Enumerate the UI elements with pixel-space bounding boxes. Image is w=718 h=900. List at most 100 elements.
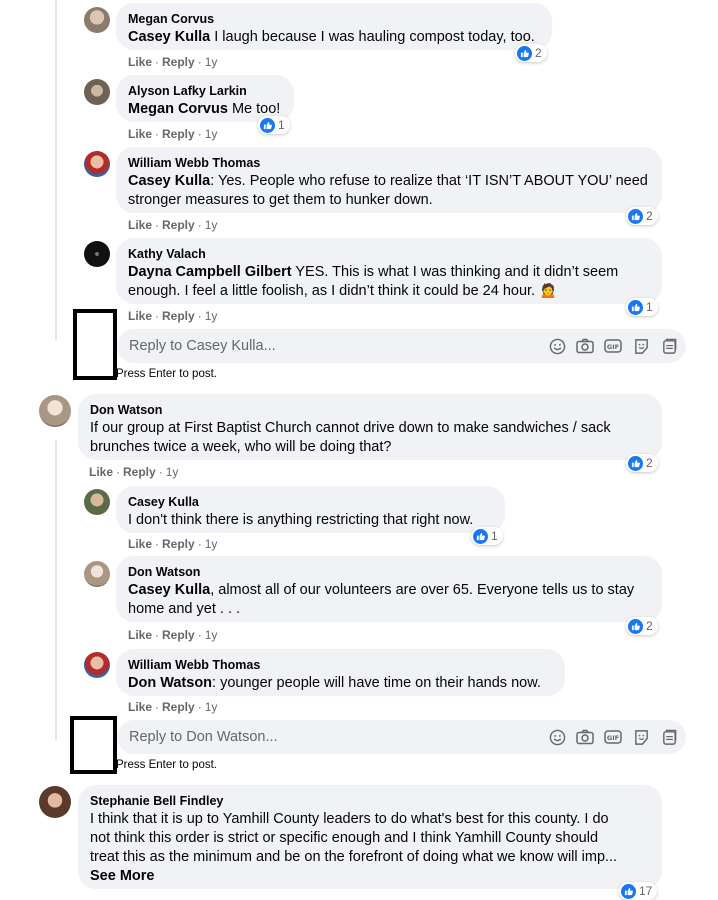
- comment-author[interactable]: Don Watson: [90, 402, 650, 418]
- reply-button[interactable]: Reply: [162, 309, 195, 323]
- comment-body: brunches twice a week, who will be doing…: [90, 439, 392, 455]
- separator: ·: [197, 628, 202, 642]
- comment-body: I laugh because I was hauling compost to…: [210, 29, 535, 45]
- separator: ·: [155, 127, 160, 141]
- gif-icon[interactable]: GIF: [604, 728, 622, 746]
- reaction-count[interactable]: 2: [626, 617, 658, 635]
- thread-line: [55, 440, 57, 740]
- avatar-sticker-icon[interactable]: [660, 337, 678, 355]
- avatar[interactable]: [84, 241, 110, 267]
- mention-link[interactable]: Dayna Campbell Gilbert: [128, 264, 292, 280]
- separator: ·: [155, 218, 160, 232]
- emoji: 🙍: [539, 283, 558, 299]
- press-enter-hint: Press Enter to post.: [116, 759, 217, 771]
- separator: ·: [197, 700, 202, 714]
- comment-bubble: Don Watson Casey Kulla, almost all of ou…: [116, 556, 662, 622]
- timestamp[interactable]: 1y: [205, 628, 218, 642]
- reply-button[interactable]: Reply: [162, 628, 195, 642]
- like-button[interactable]: Like: [128, 55, 152, 69]
- see-more-link[interactable]: See More: [90, 868, 154, 884]
- reaction-count[interactable]: 1: [258, 116, 290, 134]
- avatar[interactable]: [84, 151, 110, 177]
- emoji-icon[interactable]: [548, 337, 566, 355]
- avatar[interactable]: [39, 395, 71, 427]
- reaction-number: 1: [491, 529, 498, 543]
- comment-author[interactable]: Megan Corvus: [128, 11, 540, 27]
- timestamp[interactable]: 1y: [205, 218, 218, 232]
- camera-icon[interactable]: [576, 728, 594, 746]
- comment-text: I think that it is up to Yamhill County …: [90, 810, 650, 886]
- avatar[interactable]: [84, 652, 110, 678]
- sticker-icon[interactable]: [632, 728, 650, 746]
- gif-icon[interactable]: GIF: [604, 337, 622, 355]
- timestamp[interactable]: 1y: [205, 309, 218, 323]
- emoji-icon[interactable]: [548, 728, 566, 746]
- comment-author[interactable]: William Webb Thomas: [128, 155, 650, 171]
- avatar[interactable]: [84, 489, 110, 515]
- comment-author[interactable]: Alyson Lafky Larkin: [128, 83, 282, 99]
- like-icon: [628, 455, 643, 471]
- like-button[interactable]: Like: [128, 309, 152, 323]
- reply-button[interactable]: Reply: [162, 55, 195, 69]
- mention-link[interactable]: Casey Kulla: [128, 582, 210, 598]
- reply-input-box: GIF: [117, 720, 686, 754]
- reply-button[interactable]: Reply: [162, 700, 195, 714]
- timestamp[interactable]: 1y: [205, 700, 218, 714]
- reaction-count[interactable]: 1: [626, 298, 658, 316]
- comment-body: home and yet . . .: [128, 601, 241, 617]
- avatar[interactable]: [84, 79, 110, 105]
- comment-author[interactable]: Kathy Valach: [128, 246, 650, 262]
- separator: ·: [197, 55, 202, 69]
- comment-text: If our group at First Baptist Church can…: [90, 419, 650, 457]
- reaction-count[interactable]: 2: [626, 454, 658, 472]
- sticker-icon[interactable]: [632, 337, 650, 355]
- reply-button[interactable]: Reply: [162, 127, 195, 141]
- comment-author[interactable]: William Webb Thomas: [128, 657, 553, 673]
- avatar[interactable]: [84, 7, 110, 33]
- like-button[interactable]: Like: [89, 465, 113, 479]
- comment-actions: Like · Reply · 1y: [128, 55, 217, 69]
- reaction-count[interactable]: 17: [619, 882, 658, 900]
- reaction-number: 2: [646, 456, 653, 470]
- like-button[interactable]: Like: [128, 628, 152, 642]
- timestamp[interactable]: 1y: [166, 465, 179, 479]
- reply-button[interactable]: Reply: [123, 465, 156, 479]
- reaction-count[interactable]: 2: [515, 44, 547, 62]
- comment-text: I don't think there is anything restrict…: [128, 511, 493, 530]
- mention-link[interactable]: Megan Corvus: [128, 101, 228, 117]
- like-icon: [517, 45, 532, 61]
- reaction-count[interactable]: 1: [471, 527, 503, 545]
- timestamp[interactable]: 1y: [205, 127, 218, 141]
- reaction-number: 2: [646, 619, 653, 633]
- comment-author[interactable]: Don Watson: [128, 564, 650, 580]
- comment-author[interactable]: Casey Kulla: [128, 494, 493, 510]
- comment-actions: Like · Reply · 1y: [128, 628, 217, 642]
- comment-bubble: Alyson Lafky Larkin Megan Corvus Me too!: [116, 75, 294, 122]
- camera-icon[interactable]: [576, 337, 594, 355]
- avatar-sticker-icon[interactable]: [660, 728, 678, 746]
- mention-link[interactable]: Don Watson: [128, 675, 212, 691]
- like-button[interactable]: Like: [128, 700, 152, 714]
- like-button[interactable]: Like: [128, 218, 152, 232]
- reply-button[interactable]: Reply: [162, 537, 195, 551]
- avatar[interactable]: [39, 786, 71, 818]
- comment-body: enough. I feel a little foolish, as I di…: [128, 283, 536, 299]
- comment-body: : younger people will have time on their…: [212, 675, 541, 691]
- timestamp[interactable]: 1y: [205, 537, 218, 551]
- comment-actions: Like · Reply · 1y: [128, 700, 217, 714]
- like-button[interactable]: Like: [128, 537, 152, 551]
- comment-actions: Like · Reply · 1y: [128, 309, 217, 323]
- separator: ·: [155, 537, 160, 551]
- reply-input[interactable]: [127, 728, 531, 746]
- mention-link[interactable]: Casey Kulla: [128, 173, 210, 189]
- reply-button[interactable]: Reply: [162, 218, 195, 232]
- like-button[interactable]: Like: [128, 127, 152, 141]
- reply-input[interactable]: [127, 337, 531, 355]
- mention-link[interactable]: Casey Kulla: [128, 29, 210, 45]
- like-icon: [628, 208, 643, 224]
- reply-input-box: GIF: [117, 329, 686, 363]
- avatar[interactable]: [84, 561, 110, 587]
- comment-author[interactable]: Stephanie Bell Findley: [90, 793, 650, 809]
- reaction-count[interactable]: 2: [626, 207, 658, 225]
- timestamp[interactable]: 1y: [205, 55, 218, 69]
